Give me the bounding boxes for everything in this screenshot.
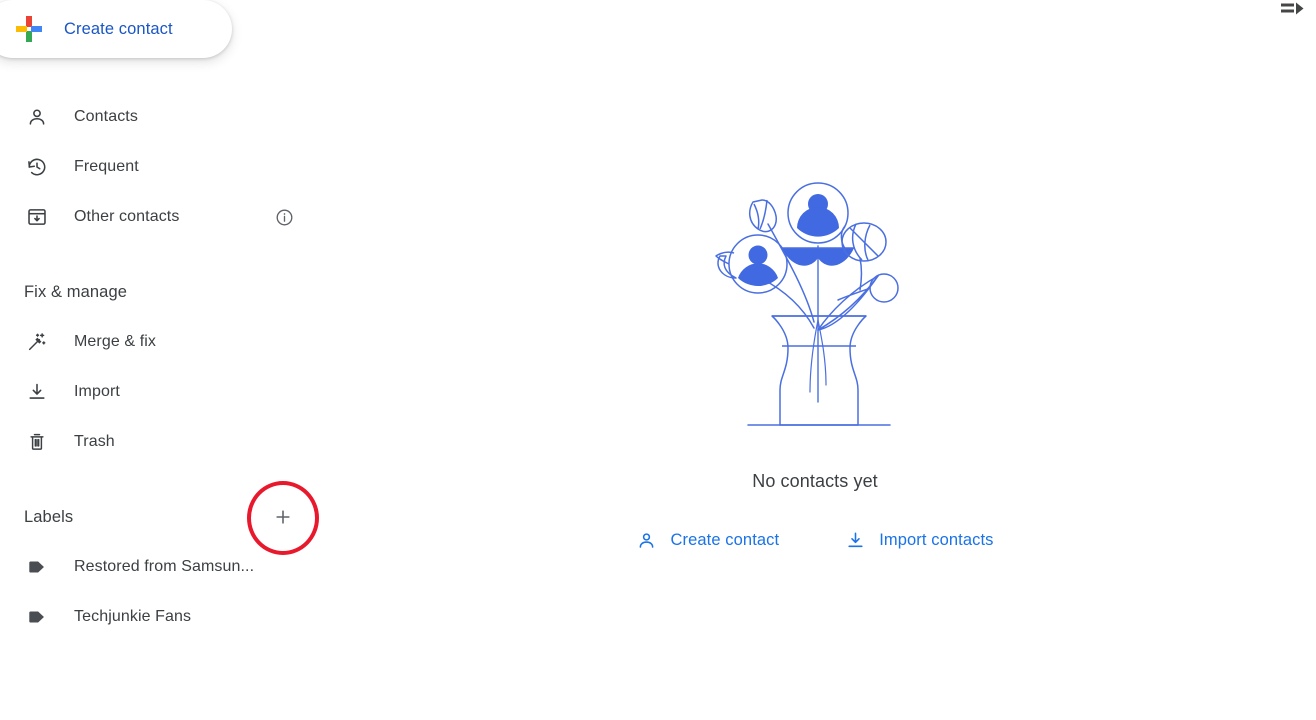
person-icon (24, 106, 50, 128)
sidebar-label-text: Restored from Samsun... (74, 558, 255, 575)
fix-and-manage-title: Fix & manage (24, 282, 127, 301)
sidebar-item-import[interactable]: Import (0, 367, 330, 417)
empty-state-headline: No contacts yet (752, 471, 878, 491)
google-plus-icon (16, 16, 42, 42)
tag-icon (24, 606, 50, 628)
sidebar-item-frequent[interactable]: Frequent (0, 142, 330, 192)
history-clock-icon (24, 156, 50, 178)
create-label-plus-button[interactable] (268, 502, 298, 532)
sidebar-label-text: Techjunkie Fans (74, 608, 192, 625)
tag-icon (24, 556, 50, 578)
empty-state-actions: Create contact Import contacts (636, 530, 993, 551)
sidebar-item-label: Contacts (74, 108, 138, 125)
flower-vase-contacts-illustration (710, 180, 920, 435)
person-add-icon (640, 533, 654, 548)
archive-down-icon (24, 206, 50, 228)
sidebar-item-contacts[interactable]: Contacts (0, 92, 330, 142)
fix-and-manage-section-header: Fix & manage (0, 267, 330, 317)
info-icon[interactable] (275, 208, 294, 227)
import-contacts-link[interactable]: Import contacts (845, 530, 993, 551)
sidebar-label-techjunkie-fans[interactable]: Techjunkie Fans (0, 592, 330, 642)
sidebar-item-label: Import (74, 383, 120, 400)
sidebar-item-label: Other contacts (74, 208, 180, 225)
magic-wand-icon (24, 331, 50, 353)
sidebar-item-merge-and-fix[interactable]: Merge & fix (0, 317, 330, 367)
sidebar: Contacts Frequent Other contacts Fix & m… (0, 92, 330, 642)
sidebar-item-label: Trash (74, 433, 115, 450)
sidebar-item-other-contacts[interactable]: Other contacts (0, 192, 330, 242)
trash-icon (24, 431, 50, 453)
create-contact-button[interactable]: Create contact (0, 0, 232, 58)
create-contact-link-label: Create contact (670, 531, 780, 549)
empty-state: No contacts yet Create contact Import co… (520, 180, 1110, 551)
menu-open-toggle[interactable] (1278, 0, 1308, 22)
menu-open-icon (1281, 2, 1304, 15)
download-icon (24, 381, 50, 403)
labels-title: Labels (24, 507, 74, 526)
google-contacts-page: Create contact Contacts Frequent Other c… (0, 0, 1316, 720)
sidebar-label-restored-from-samsung[interactable]: Restored from Samsun... (0, 542, 330, 592)
sidebar-item-label: Merge & fix (74, 333, 157, 350)
sidebar-item-label: Frequent (74, 158, 139, 175)
create-contact-link[interactable]: Create contact (636, 530, 779, 551)
import-contacts-link-label: Import contacts (879, 531, 994, 549)
labels-section-header: Labels (0, 492, 330, 542)
download-icon (848, 532, 863, 548)
create-contact-label: Create contact (64, 19, 173, 38)
sidebar-item-trash[interactable]: Trash (0, 417, 330, 467)
